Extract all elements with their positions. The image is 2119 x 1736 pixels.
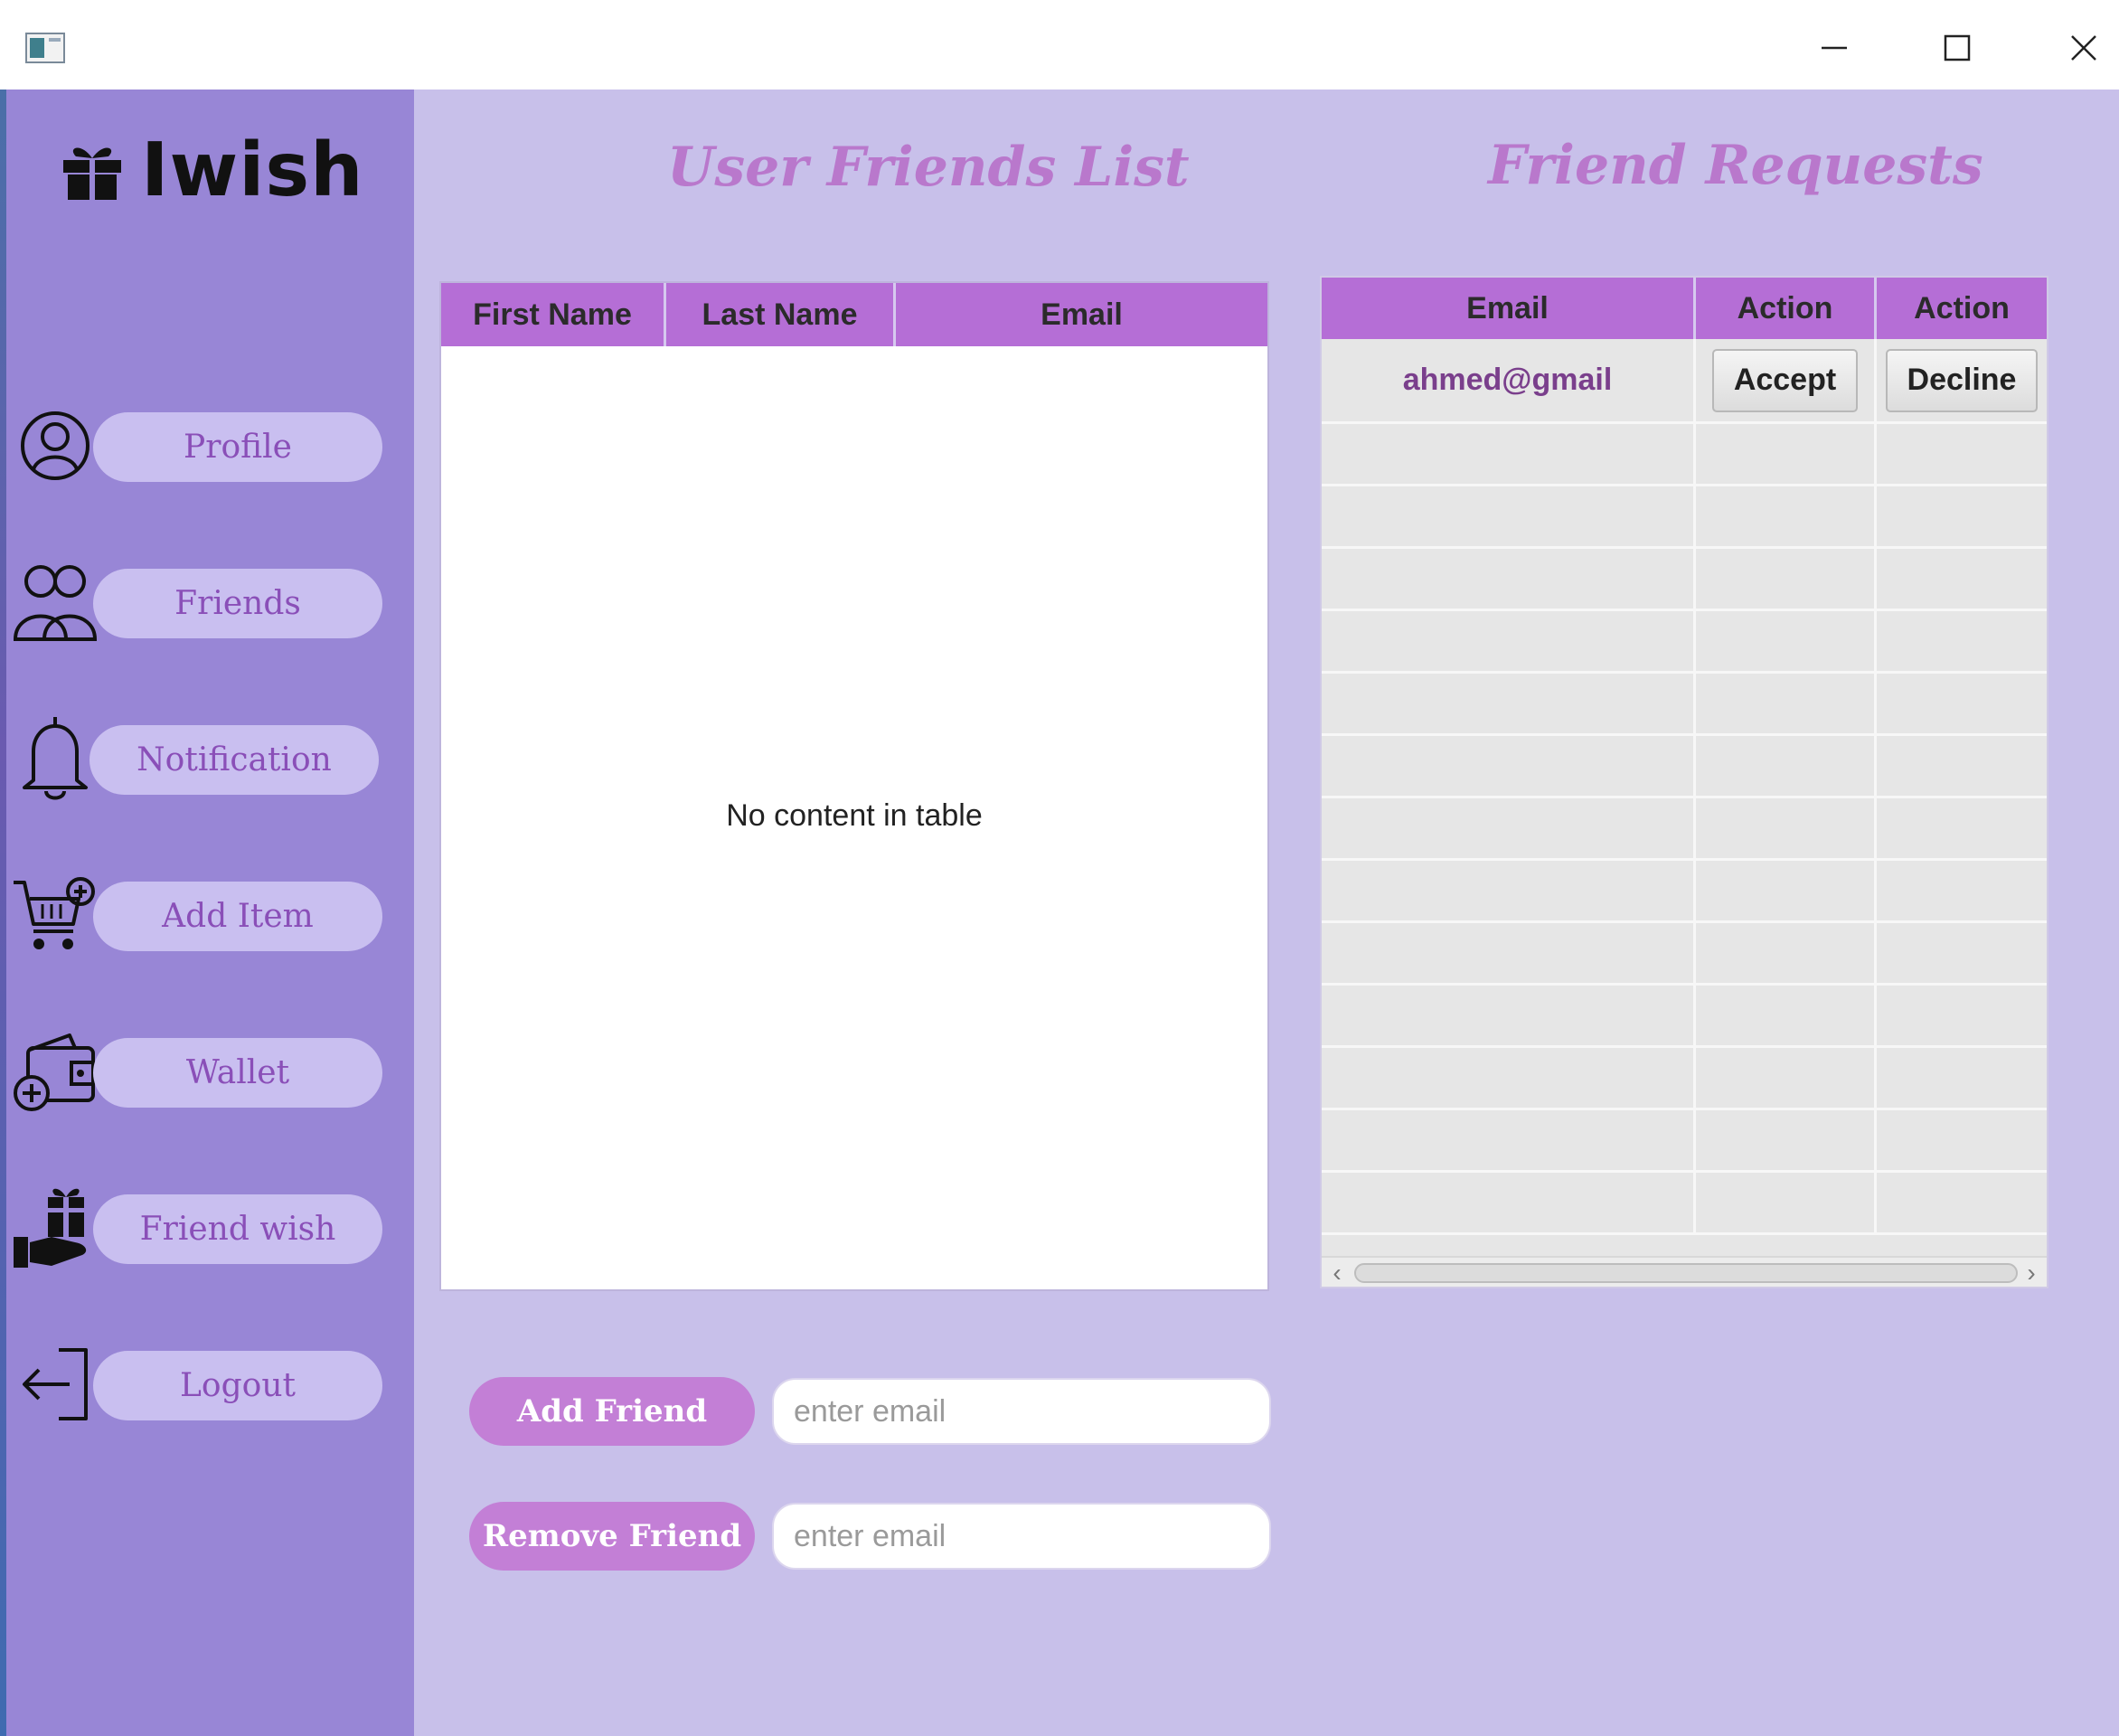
sidebar-item-label: Add Item — [93, 882, 382, 951]
request-email: ahmed@gmail — [1402, 363, 1613, 397]
sidebar-item-label: Wallet — [93, 1038, 382, 1108]
friend-requests-title: Friend Requests — [1488, 134, 1983, 197]
maximize-icon[interactable] — [1929, 20, 1985, 76]
minimize-icon[interactable] — [1806, 20, 1862, 76]
column-header-first-name[interactable]: First Name — [441, 283, 666, 346]
sidebar-item-friends[interactable]: Friends — [6, 561, 414, 643]
add-friend-email-input[interactable] — [772, 1378, 1271, 1445]
table-row — [1322, 986, 2047, 1048]
sidebar-item-wallet[interactable]: Wallet — [6, 1031, 414, 1112]
logout-icon — [10, 1344, 100, 1425]
window-title-bar — [0, 0, 2119, 90]
users-icon — [10, 561, 100, 643]
column-header-email[interactable]: Email — [896, 283, 1267, 346]
close-icon[interactable] — [2056, 20, 2112, 76]
remove-friend-button[interactable]: Remove Friend — [469, 1502, 755, 1571]
table-row — [1322, 1173, 2047, 1235]
horizontal-scrollbar[interactable]: ‹ › — [1322, 1256, 2047, 1287]
table-row[interactable]: ahmed@gmail Accept Decline — [1322, 339, 2047, 424]
table-row — [1322, 798, 2047, 861]
gift-icon — [63, 147, 121, 200]
table-row — [1322, 861, 2047, 923]
sidebar-item-label: Logout — [93, 1351, 382, 1420]
cart-add-icon — [10, 874, 100, 956]
column-header-action[interactable]: Action — [1696, 278, 1877, 339]
sidebar-item-logout[interactable]: Logout — [6, 1344, 414, 1425]
decline-button[interactable]: Decline — [1885, 348, 2039, 412]
sidebar-item-notification[interactable]: Notification — [6, 717, 414, 800]
scroll-left-icon[interactable]: ‹ — [1323, 1259, 1351, 1287]
scroll-right-icon[interactable]: › — [2018, 1259, 2045, 1287]
add-friend-button[interactable]: Add Friend — [469, 1377, 755, 1446]
remove-friend-email-input[interactable] — [772, 1503, 1271, 1570]
sidebar-item-label: Friend wish — [93, 1194, 382, 1264]
empty-table-message: No content in table — [726, 798, 983, 833]
sidebar-item-label: Profile — [93, 412, 382, 482]
table-row — [1322, 1048, 2047, 1110]
brand-name: Iwish — [141, 127, 364, 213]
column-header-email[interactable]: Email — [1322, 278, 1696, 339]
scrollbar-thumb[interactable] — [1354, 1263, 2018, 1283]
table-row — [1322, 424, 2047, 486]
sidebar-item-label: Notification — [89, 725, 379, 795]
table-row — [1322, 486, 2047, 549]
friend-requests-table[interactable]: Email Action Action ahmed@gmail Accept D… — [1320, 276, 2048, 1288]
gift-hand-icon — [10, 1187, 100, 1269]
table-row — [1322, 1110, 2047, 1173]
table-row — [1322, 674, 2047, 736]
table-row — [1322, 549, 2047, 611]
app-window-icon — [25, 33, 65, 63]
table-row — [1322, 611, 2047, 674]
friends-list-title: User Friends List — [667, 136, 1190, 199]
window-edge — [0, 90, 6, 1736]
brand-logo: Iwish — [60, 134, 364, 208]
wallet-add-icon — [10, 1031, 100, 1112]
sidebar-item-profile[interactable]: Profile — [6, 405, 414, 486]
user-circle-icon — [10, 405, 100, 486]
table-row — [1322, 736, 2047, 798]
table-header: First Name Last Name Email — [441, 283, 1267, 346]
accept-button[interactable]: Accept — [1711, 348, 1859, 412]
sidebar-item-label: Friends — [93, 569, 382, 638]
sidebar-item-add-item[interactable]: Add Item — [6, 874, 414, 956]
column-header-action[interactable]: Action — [1877, 278, 2047, 339]
sidebar-item-friend-wish[interactable]: Friend wish — [6, 1187, 414, 1269]
table-header: Email Action Action — [1322, 278, 2047, 339]
friends-table[interactable]: First Name Last Name Email No content in… — [439, 281, 1269, 1291]
table-row — [1322, 923, 2047, 986]
bell-icon — [10, 717, 100, 800]
column-header-last-name[interactable]: Last Name — [666, 283, 896, 346]
